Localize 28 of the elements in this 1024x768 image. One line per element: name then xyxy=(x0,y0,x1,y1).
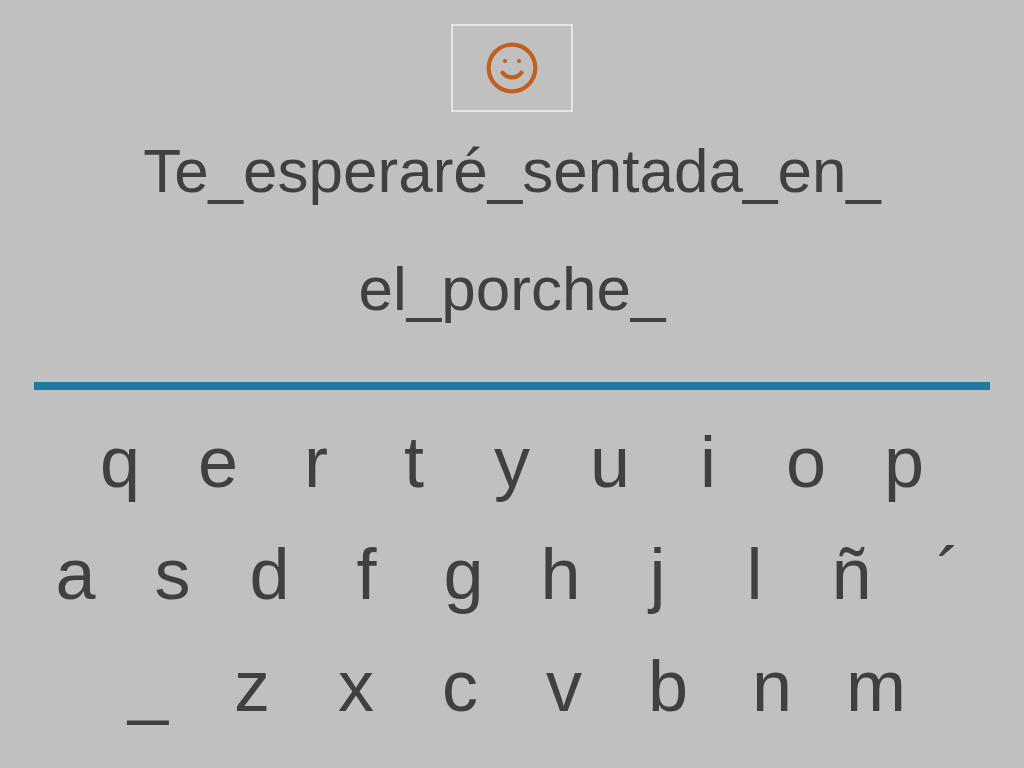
letter-key[interactable]: ´ xyxy=(900,524,997,624)
letter-key[interactable]: h xyxy=(512,524,609,624)
letter-key[interactable]: q xyxy=(71,412,169,512)
letter-key[interactable]: u xyxy=(561,412,659,512)
letter-key[interactable]: f xyxy=(318,524,415,624)
letter-key[interactable]: l xyxy=(706,524,803,624)
letter-key[interactable]: c xyxy=(408,636,512,736)
letter-key[interactable]: x xyxy=(304,636,408,736)
letter-key[interactable]: v xyxy=(512,636,616,736)
letter-key[interactable]: n xyxy=(720,636,824,736)
letter-key[interactable]: t xyxy=(365,412,463,512)
letter-key[interactable]: b xyxy=(616,636,720,736)
letter-key[interactable]: j xyxy=(609,524,706,624)
letter-key[interactable]: m xyxy=(824,636,928,736)
letter-key[interactable]: o xyxy=(757,412,855,512)
letter-key[interactable]: _ xyxy=(96,636,200,736)
letter-key[interactable]: r xyxy=(267,412,365,512)
letter-key[interactable]: ñ xyxy=(803,524,900,624)
letter-key[interactable]: y xyxy=(463,412,561,512)
letter-key[interactable]: e xyxy=(169,412,267,512)
letter-key[interactable]: a xyxy=(27,524,124,624)
letter-key[interactable]: s xyxy=(124,524,221,624)
letter-key[interactable]: i xyxy=(659,412,757,512)
letter-key[interactable]: p xyxy=(855,412,953,512)
smiley-icon xyxy=(484,40,540,96)
letter-key[interactable]: d xyxy=(221,524,318,624)
letter-key[interactable]: z xyxy=(200,636,304,736)
letter-key[interactable]: g xyxy=(415,524,512,624)
